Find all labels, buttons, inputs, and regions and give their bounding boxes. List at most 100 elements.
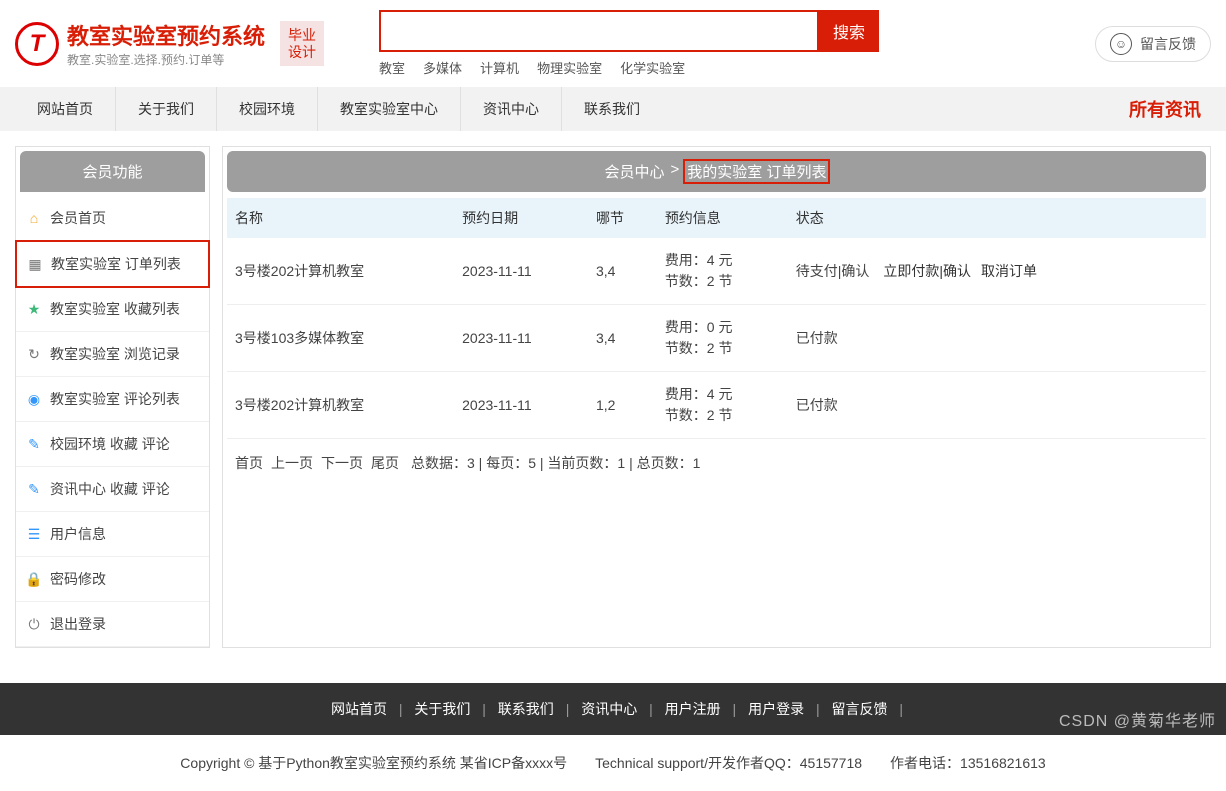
sidebar-header: 会员功能 bbox=[20, 151, 205, 192]
status-text: 已付款 bbox=[796, 397, 838, 413]
cell-info: 费用：0 元节数：2 节 bbox=[657, 305, 788, 372]
cell-date: 2023-11-11 bbox=[454, 238, 588, 305]
footer-separator: | bbox=[645, 701, 656, 717]
cell-periods: 3,4 bbox=[588, 238, 657, 305]
sidebar-item[interactable]: ★教室实验室 收藏列表 bbox=[16, 287, 209, 332]
footer-separator: | bbox=[562, 701, 573, 717]
headset-icon: ☺ bbox=[1110, 33, 1132, 55]
support-text: Technical support/开发作者QQ：45157718 bbox=[595, 753, 862, 773]
nav-item[interactable]: 教室实验室中心 bbox=[318, 87, 461, 131]
sidebar-item-label: 教室实验室 评论列表 bbox=[50, 389, 180, 409]
search-tags: 教室多媒体计算机物理实验室化学实验室 bbox=[379, 58, 879, 77]
main-nav: 网站首页关于我们校园环境教室实验室中心资讯中心联系我们 所有资讯 bbox=[0, 87, 1226, 131]
search-button[interactable]: 搜索 bbox=[819, 10, 879, 52]
table-header: 预约信息 bbox=[657, 198, 788, 238]
table-header: 哪节 bbox=[588, 198, 657, 238]
footer-link[interactable]: 联系我们 bbox=[490, 701, 562, 717]
nav-item[interactable]: 校园环境 bbox=[217, 87, 318, 131]
footer-link[interactable]: 用户登录 bbox=[740, 701, 812, 717]
sidebar-icon: ◉ bbox=[26, 391, 42, 407]
page-link[interactable]: 尾页 bbox=[371, 453, 399, 473]
footer-link[interactable]: 关于我们 bbox=[406, 701, 478, 717]
search-tag[interactable]: 计算机 bbox=[480, 58, 519, 77]
nav-item[interactable]: 资讯中心 bbox=[461, 87, 562, 131]
logo-icon: T bbox=[15, 22, 59, 66]
table-row: 3号楼202计算机教室2023-11-111,2费用：4 元节数：2 节已付款 bbox=[227, 372, 1206, 439]
cell-periods: 3,4 bbox=[588, 305, 657, 372]
badge-box: 毕业 设计 bbox=[280, 21, 324, 67]
sidebar-item-label: 用户信息 bbox=[50, 524, 106, 544]
sidebar-item-label: 退出登录 bbox=[50, 614, 106, 634]
pagination-stats: 总数据：3 | 每页：5 | 当前页数：1 | 总页数：1 bbox=[411, 453, 700, 473]
sidebar-icon: 🔒 bbox=[26, 571, 42, 587]
nav-all-news[interactable]: 所有资讯 bbox=[1129, 96, 1211, 122]
status-text: 已付款 bbox=[796, 330, 838, 346]
sidebar-item-label: 教室实验室 订单列表 bbox=[51, 254, 181, 274]
footer-link[interactable]: 网站首页 bbox=[323, 701, 395, 717]
sidebar-icon: ⌂ bbox=[26, 210, 42, 226]
sidebar-item[interactable]: ◉ 教室实验室 评论列表 bbox=[16, 377, 209, 422]
footer-separator: | bbox=[395, 701, 406, 717]
sidebar-item-label: 校园环境 收藏 评论 bbox=[50, 434, 170, 454]
footer-separator: | bbox=[812, 701, 823, 717]
sidebar-item-label: 资讯中心 收藏 评论 bbox=[50, 479, 170, 499]
table-header: 名称 bbox=[227, 198, 454, 238]
cell-name: 3号楼202计算机教室 bbox=[227, 372, 454, 439]
table-header: 预约日期 bbox=[454, 198, 588, 238]
search-tag[interactable]: 教室 bbox=[379, 58, 405, 77]
search-tag[interactable]: 多媒体 bbox=[423, 58, 462, 77]
footer-link[interactable]: 留言反馈 bbox=[824, 701, 896, 717]
nav-item[interactable]: 联系我们 bbox=[562, 87, 662, 131]
nav-item[interactable]: 网站首页 bbox=[15, 87, 116, 131]
breadcrumb-prefix: 会员中心 bbox=[605, 161, 665, 182]
row-action[interactable]: 立即付款|确认 bbox=[883, 263, 971, 279]
row-action[interactable]: 取消订单 bbox=[981, 263, 1037, 279]
sidebar-item[interactable]: ☰ 用户信息 bbox=[16, 512, 209, 557]
sidebar-item[interactable]: 🔒密码修改 bbox=[16, 557, 209, 602]
footer-links: 网站首页 | 关于我们 | 联系我们 | 资讯中心 | 用户注册 | 用户登录 … bbox=[0, 683, 1226, 735]
copyright-text: Copyright © 基于Python教室实验室预约系统 某省ICP备xxxx… bbox=[180, 753, 567, 773]
search-input[interactable] bbox=[379, 10, 819, 52]
page-link[interactable]: 下一页 bbox=[321, 453, 363, 473]
sidebar-item[interactable]: ▦教室实验室 订单列表 bbox=[15, 240, 210, 288]
cell-date: 2023-11-11 bbox=[454, 372, 588, 439]
sidebar-icon: ↻ bbox=[26, 346, 42, 362]
site-title: 教室实验室预约系统 bbox=[67, 19, 265, 51]
sidebar-item-label: 教室实验室 收藏列表 bbox=[50, 299, 180, 319]
footer-separator: | bbox=[896, 701, 904, 717]
sidebar-item[interactable]: ⌂ 会员首页 bbox=[16, 196, 209, 241]
cell-info: 费用：4 元节数：2 节 bbox=[657, 238, 788, 305]
sidebar-icon: ⏻ bbox=[26, 616, 42, 632]
feedback-button[interactable]: ☺ 留言反馈 bbox=[1095, 26, 1211, 62]
sidebar-icon: ☰ bbox=[26, 526, 42, 542]
sidebar-item[interactable]: ✎ 校园环境 收藏 评论 bbox=[16, 422, 209, 467]
cell-info: 费用：4 元节数：2 节 bbox=[657, 372, 788, 439]
nav-item[interactable]: 关于我们 bbox=[116, 87, 217, 131]
footer-link[interactable]: 用户注册 bbox=[657, 701, 729, 717]
cell-status: 待支付|确认立即付款|确认取消订单 bbox=[788, 238, 1206, 305]
sidebar-item[interactable]: ↻ 教室实验室 浏览记录 bbox=[16, 332, 209, 377]
sidebar: 会员功能 ⌂ 会员首页 ▦教室实验室 订单列表★教室实验室 收藏列表 ↻ 教室实验室 浏… bbox=[15, 146, 210, 648]
search-tag[interactable]: 化学实验室 bbox=[620, 58, 685, 77]
cell-status: 已付款 bbox=[788, 372, 1206, 439]
footer-separator: | bbox=[478, 701, 489, 717]
sidebar-icon: ✎ bbox=[26, 436, 42, 452]
sidebar-item-label: 教室实验室 浏览记录 bbox=[50, 344, 180, 364]
sidebar-item-label: 会员首页 bbox=[50, 208, 106, 228]
badge-line2: 设计 bbox=[288, 44, 316, 61]
cell-status: 已付款 bbox=[788, 305, 1206, 372]
page-link[interactable]: 上一页 bbox=[271, 453, 313, 473]
logo-text: 教室实验室预约系统 教室.实验室.选择.预约.订单等 bbox=[67, 19, 265, 68]
breadcrumb-current: 我的实验室 订单列表 bbox=[683, 159, 830, 184]
table-row: 3号楼103多媒体教室2023-11-113,4费用：0 元节数：2 节已付款 bbox=[227, 305, 1206, 372]
status-text: 待支付|确认 bbox=[796, 263, 870, 279]
sidebar-item[interactable]: ⏻ 退出登录 bbox=[16, 602, 209, 647]
table-row: 3号楼202计算机教室2023-11-113,4费用：4 元节数：2 节待支付|… bbox=[227, 238, 1206, 305]
footer-copyright: Copyright © 基于Python教室实验室预约系统 某省ICP备xxxx… bbox=[0, 735, 1226, 791]
sidebar-item[interactable]: ✎资讯中心 收藏 评论 bbox=[16, 467, 209, 512]
footer-link[interactable]: 资讯中心 bbox=[573, 701, 645, 717]
search-tag[interactable]: 物理实验室 bbox=[537, 58, 602, 77]
cell-name: 3号楼202计算机教室 bbox=[227, 238, 454, 305]
table-header: 状态 bbox=[788, 198, 1206, 238]
page-link[interactable]: 首页 bbox=[235, 453, 263, 473]
